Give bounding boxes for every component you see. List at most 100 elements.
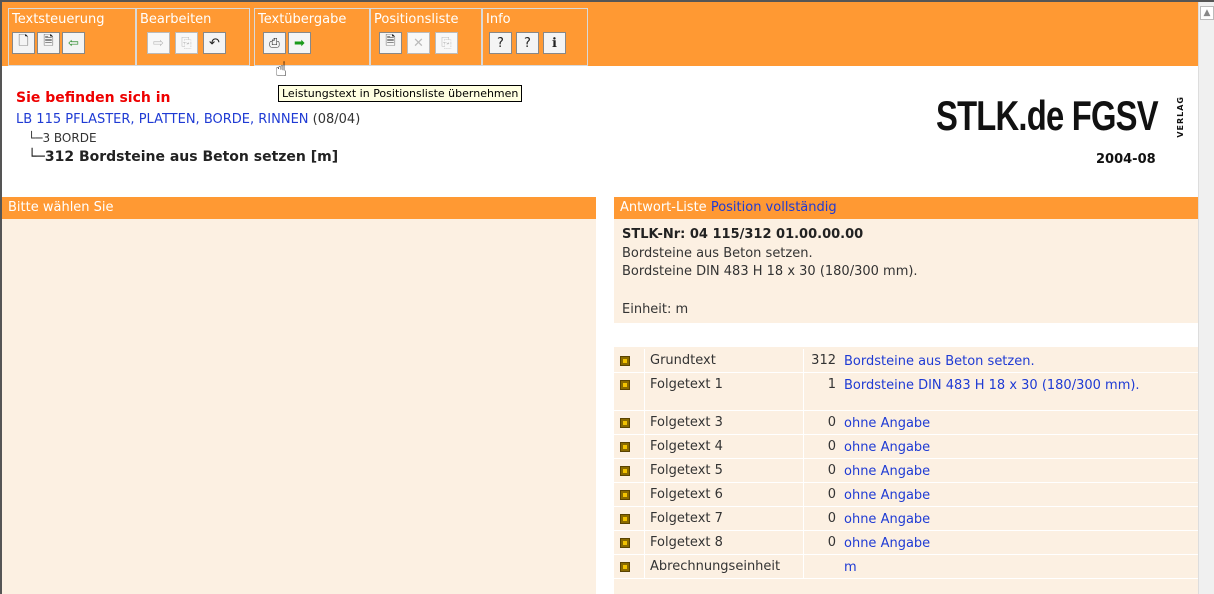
toolgroup-title: Bearbeiten — [140, 12, 212, 27]
transfer-document-icon: ⎙ — [269, 35, 280, 51]
breadcrumb-level-312: └─312 Bordsteine aus Beton setzen [m] — [28, 149, 338, 165]
row-value-link[interactable]: ohne Angabe — [844, 415, 1174, 432]
right-panel-title: Antwort-Liste Position vollständig — [620, 200, 837, 215]
toolgroup-textuebergabe: Textübergabe ⎙ ➡ — [254, 8, 370, 66]
vertical-scrollbar[interactable]: ▲ — [1198, 2, 1214, 594]
toolgroup-title: Textübergabe — [258, 12, 347, 27]
undo-icon: ↶ — [209, 35, 220, 51]
tree-branch-icon: └─ — [28, 131, 43, 145]
export-button[interactable]: ⎘ — [435, 32, 458, 54]
help-button[interactable]: ? — [516, 32, 539, 54]
copy-icon: ⎘ — [181, 35, 192, 51]
table-row[interactable]: Abrechnungseinheit m — [614, 555, 1198, 579]
hand-cursor-icon: ☝ — [275, 57, 288, 81]
logo-verlag: VERLAG — [1176, 96, 1185, 138]
breadcrumb-lb-link[interactable]: LB 115 PFLASTER, PLATTEN, BORDE, RINNEN — [16, 112, 309, 127]
separator — [614, 323, 1198, 347]
row-number: 312 — [811, 353, 836, 368]
location-title: Sie befinden sich in — [16, 90, 171, 106]
table-row[interactable]: Folgetext 4 0 ohne Angabe — [614, 435, 1198, 459]
exit-door-icon: ⇦ — [68, 35, 79, 51]
arrow-right-icon: ➡ — [294, 35, 305, 51]
row-value-link[interactable]: ohne Angabe — [844, 487, 1174, 504]
toolgroup-title: Positionsliste — [374, 12, 459, 27]
description-line-2: Bordsteine DIN 483 H 18 x 30 (180/300 mm… — [622, 264, 918, 279]
answer-list: Grundtext 312 Bordsteine aus Beton setze… — [614, 349, 1198, 579]
table-row[interactable]: Folgetext 5 0 ohne Angabe — [614, 459, 1198, 483]
select-square-icon[interactable] — [620, 562, 630, 572]
select-square-icon[interactable] — [620, 466, 630, 476]
logo-date: 2004-08 — [1096, 152, 1156, 167]
copy-button[interactable]: ⎘ — [175, 32, 198, 54]
row-value-link[interactable]: m — [844, 559, 1174, 576]
row-number: 0 — [827, 439, 836, 454]
breadcrumb-level-3-label: 3 BORDE — [42, 131, 97, 145]
toolgroup-textsteuerung: Textsteuerung 🗋 🗎 ⇦ — [8, 8, 136, 66]
forward-button[interactable]: ⇨ — [147, 32, 170, 54]
right-panel-header: Antwort-Liste Position vollständig — [614, 197, 1198, 219]
row-value-link[interactable]: Bordsteine DIN 483 H 18 x 30 (180/300 mm… — [844, 377, 1174, 394]
export-icon: ⎘ — [441, 35, 452, 51]
info-icon: ℹ — [552, 35, 557, 51]
transfer-next-button[interactable]: ➡ — [288, 32, 311, 54]
list-document-icon: 🗎 — [385, 34, 396, 49]
breadcrumb-level-3[interactable]: └─3 BORDE — [28, 131, 97, 145]
row-value-link[interactable]: ohne Angabe — [844, 463, 1174, 480]
row-value-link[interactable]: ohne Angabe — [844, 535, 1174, 552]
close-icon: ✕ — [413, 35, 424, 51]
unit-label: Einheit: m — [622, 302, 689, 317]
position-list-button[interactable]: 🗎 — [379, 32, 402, 54]
row-label: Abrechnungseinheit — [650, 559, 781, 574]
table-row[interactable]: Grundtext 312 Bordsteine aus Beton setze… — [614, 349, 1198, 373]
right-panel-title-text: Antwort-Liste — [620, 200, 707, 215]
left-panel-header: Bitte wählen Sie — [2, 197, 596, 219]
stlk-number: STLK-Nr: 04 115/312 01.00.00.00 — [622, 227, 864, 242]
delete-button[interactable]: ✕ — [407, 32, 430, 54]
help-icon: ? — [524, 35, 531, 51]
row-number: 0 — [827, 535, 836, 550]
left-panel — [2, 219, 596, 594]
row-label: Grundtext — [650, 353, 716, 368]
row-value-link[interactable]: ohne Angabe — [844, 439, 1174, 456]
select-square-icon[interactable] — [620, 514, 630, 524]
table-row[interactable]: Folgetext 1 1 Bordsteine DIN 483 H 18 x … — [614, 373, 1198, 411]
transfer-to-list-button[interactable]: ⎙ — [263, 32, 286, 54]
select-square-icon[interactable] — [620, 380, 630, 390]
breadcrumb-lb-date: (08/04) — [312, 112, 361, 127]
table-row[interactable]: Folgetext 6 0 ohne Angabe — [614, 483, 1198, 507]
undo-button[interactable]: ↶ — [203, 32, 226, 54]
select-square-icon[interactable] — [620, 418, 630, 428]
row-value-link[interactable]: ohne Angabe — [844, 511, 1174, 528]
position-complete-link[interactable]: Position vollständig — [711, 200, 837, 215]
table-row[interactable]: Folgetext 7 0 ohne Angabe — [614, 507, 1198, 531]
toolgroup-bearbeiten: Bearbeiten ⇨ ⎘ ↶ — [136, 8, 250, 66]
row-label: Folgetext 6 — [650, 487, 723, 502]
row-value-link[interactable]: Bordsteine aus Beton setzen. — [844, 353, 1174, 370]
open-document-button[interactable]: 🗎 — [37, 32, 60, 54]
about-button[interactable]: ℹ — [543, 32, 566, 54]
row-number: 0 — [827, 463, 836, 478]
row-label: Folgetext 3 — [650, 415, 723, 430]
table-row[interactable]: Folgetext 8 0 ohne Angabe — [614, 531, 1198, 555]
tree-branch-icon: └─ — [28, 149, 45, 165]
logo: STLK.de FGSV — [936, 92, 1159, 139]
info-help-button[interactable]: ? — [489, 32, 512, 54]
new-document-icon: 🗋 — [18, 34, 29, 49]
row-number: 1 — [827, 377, 836, 392]
select-square-icon[interactable] — [620, 538, 630, 548]
new-document-button[interactable]: 🗋 — [12, 32, 35, 54]
exit-button[interactable]: ⇦ — [62, 32, 85, 54]
tooltip: Leistungstext in Positionsliste übernehm… — [278, 85, 523, 102]
toolgroup-title: Textsteuerung — [12, 12, 105, 27]
scroll-up-arrow-icon[interactable]: ▲ — [1200, 6, 1214, 20]
select-square-icon[interactable] — [620, 356, 630, 366]
toolgroup-title: Info — [486, 12, 511, 27]
table-row[interactable]: Folgetext 3 0 ohne Angabe — [614, 411, 1198, 435]
right-panel: STLK-Nr: 04 115/312 01.00.00.00 Bordstei… — [614, 219, 1198, 594]
row-number: 0 — [827, 487, 836, 502]
breadcrumb-lb[interactable]: LB 115 PFLASTER, PLATTEN, BORDE, RINNEN … — [16, 112, 360, 127]
row-label: Folgetext 7 — [650, 511, 723, 526]
toolgroup-positionsliste: Positionsliste 🗎 ✕ ⎘ — [370, 8, 482, 66]
select-square-icon[interactable] — [620, 442, 630, 452]
select-square-icon[interactable] — [620, 490, 630, 500]
